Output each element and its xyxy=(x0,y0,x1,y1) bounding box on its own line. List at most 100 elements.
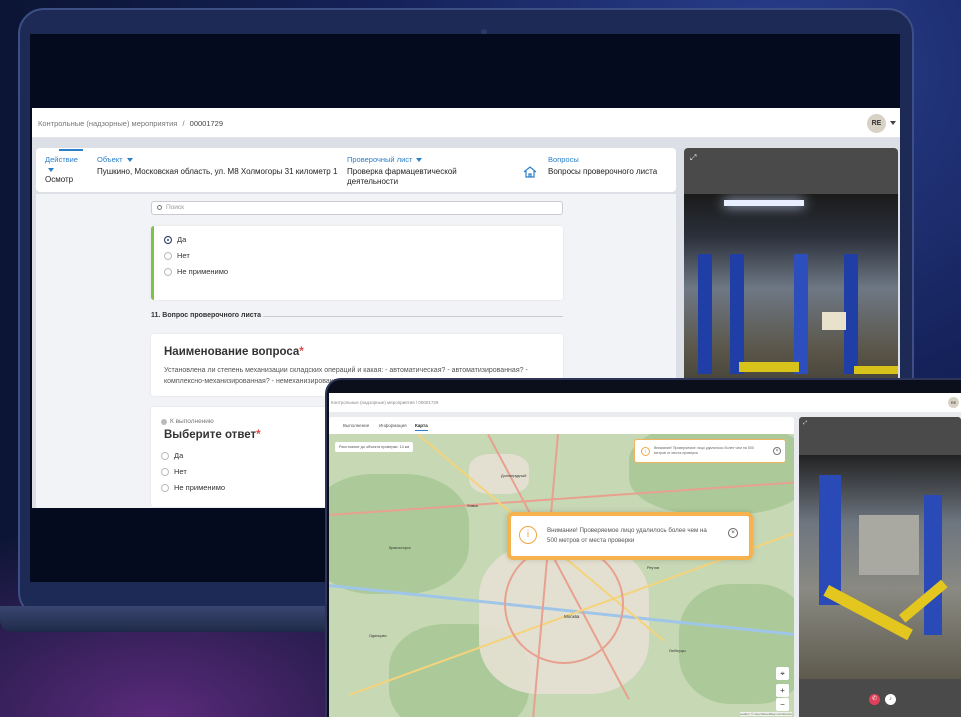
answer-heading-text: Выберите ответ xyxy=(164,429,257,441)
object-value: Пушкино, Московская область, ул. М8 Холм… xyxy=(97,167,338,176)
avatar[interactable]: RE xyxy=(948,397,959,408)
search-field[interactable]: Поиск xyxy=(151,201,563,215)
chevron-down-icon[interactable] xyxy=(890,121,896,125)
phone-icon[interactable]: ✆ xyxy=(869,694,880,705)
radio[interactable] xyxy=(161,467,169,476)
close-icon[interactable]: × xyxy=(773,447,781,455)
object-label: Объект xyxy=(97,155,123,164)
option-label: Да xyxy=(174,451,184,460)
option-label: Не применимо xyxy=(174,483,226,492)
breadcrumb: Контрольные (надзорные) мероприятия / 00… xyxy=(38,119,223,128)
machine xyxy=(859,515,919,575)
breadcrumb-current: 00001729 xyxy=(189,119,224,128)
toast-text: Внимание! Проверяемое лицо удалилось бол… xyxy=(654,446,754,456)
sign xyxy=(822,312,846,330)
ceiling-light xyxy=(724,200,804,206)
active-indicator xyxy=(59,149,83,151)
rack-post xyxy=(844,254,858,374)
radio-option-na[interactable]: Не применимо xyxy=(161,483,225,492)
question-heading-text: Наименование вопроса xyxy=(164,346,300,358)
tablet-video-panel: ⤢ ✆ ♪ xyxy=(799,417,961,717)
answer-heading: Выберите ответ* xyxy=(164,429,261,441)
search-input[interactable]: Поиск xyxy=(166,204,184,211)
close-icon[interactable]: × xyxy=(728,528,738,538)
rack-post xyxy=(698,254,712,374)
search-icon xyxy=(157,205,162,210)
object-field[interactable]: Объект Пушкино, Московская область, ул. … xyxy=(97,155,347,177)
radio[interactable] xyxy=(164,251,172,260)
avatar[interactable]: RE xyxy=(867,114,886,133)
warning-toast-small: i Внимание! Проверяемое лицо удалилось б… xyxy=(634,439,786,463)
warning-toast: i Внимание! Проверяемое лицо удалилось б… xyxy=(507,512,753,560)
breadcrumb[interactable]: Контрольные (надзорные) мероприятия / 00… xyxy=(331,400,438,405)
map-label: Долгопрудный xyxy=(501,474,527,478)
action-value: Осмотр xyxy=(45,175,74,184)
expand-icon[interactable]: ⤢ xyxy=(803,420,807,426)
radio-option-yes[interactable]: Да xyxy=(164,235,186,244)
tab-bar: Выполнение Информация Карта xyxy=(329,417,794,434)
question-heading: Наименование вопроса* xyxy=(164,346,304,358)
inspection-info-bar: Действие Осмотр Объект Пушкино, Московск… xyxy=(36,148,676,192)
zoom-in-button[interactable]: + xyxy=(776,684,789,697)
map-label: Люберцы xyxy=(669,649,686,653)
radio-selected[interactable] xyxy=(164,235,172,244)
option-label: Нет xyxy=(177,251,190,260)
radio[interactable] xyxy=(164,267,172,276)
status-text: К выполнению xyxy=(170,418,214,425)
map-attribution[interactable]: Leaflet | © OpenStreetMap contributors xyxy=(739,712,792,716)
questions-field[interactable]: Вопросы Вопросы проверочного листа xyxy=(548,155,658,177)
radio-option-yes[interactable]: Да xyxy=(161,451,183,460)
action-field[interactable]: Действие Осмотр xyxy=(45,149,83,185)
option-label: Нет xyxy=(174,467,187,476)
rack-post xyxy=(924,495,942,635)
zoom-out-button[interactable]: − xyxy=(776,698,789,711)
ring-road xyxy=(504,544,624,664)
radio[interactable] xyxy=(161,451,169,460)
chevron-down-icon[interactable] xyxy=(126,158,133,163)
tab-map[interactable]: Карта xyxy=(415,423,428,431)
top-bar: Контрольные (надзорные) мероприятия / 00… xyxy=(32,108,900,138)
checklist-label: Проверочный лист xyxy=(347,155,413,164)
locate-icon[interactable]: ⌖ xyxy=(776,667,789,680)
questions-label: Вопросы xyxy=(548,155,579,164)
home-icon[interactable] xyxy=(523,166,537,180)
expand-icon[interactable]: ⤢ xyxy=(690,153,696,163)
section-title: 11. Вопрос проверочного листа xyxy=(151,312,261,319)
tab-execution[interactable]: Выполнение xyxy=(343,423,369,428)
chevron-down-icon[interactable] xyxy=(416,158,423,163)
toast-text: Внимание! Проверяемое лицо удалилось бол… xyxy=(547,527,707,545)
tab-info[interactable]: Информация xyxy=(379,423,407,428)
breadcrumb-root[interactable]: Контрольные (надзорные) мероприятия xyxy=(38,119,177,128)
rack-post xyxy=(730,254,744,374)
warehouse-video xyxy=(684,194,898,404)
option-label: Да xyxy=(177,235,187,244)
map-label-city: Москва xyxy=(564,614,580,619)
required-mark: * xyxy=(256,429,261,441)
map-label: Красногорск xyxy=(389,546,411,550)
action-label: Действие xyxy=(45,155,78,164)
distance-badge: Расстояние до объекта проверки: 14 км xyxy=(335,442,414,452)
questions-value: Вопросы проверочного листа xyxy=(548,167,658,176)
radio-option-no[interactable]: Нет xyxy=(161,467,187,476)
radio-option-no[interactable]: Нет xyxy=(164,251,190,260)
tablet-main-panel: Выполнение Информация Карта Долгопрудный… xyxy=(329,417,794,717)
previous-answer-card: Да Нет Не применимо xyxy=(151,226,563,300)
forest-area xyxy=(329,474,469,594)
radio-option-na[interactable]: Не применимо xyxy=(164,267,228,276)
chevron-down-icon[interactable] xyxy=(48,167,54,172)
map[interactable]: Долгопрудный Химки Красногорск Балашиха … xyxy=(329,434,794,717)
map-label: Одинцово xyxy=(369,634,387,638)
status-dot-icon xyxy=(161,418,167,425)
mic-icon[interactable]: ♪ xyxy=(885,694,896,705)
tablet-top-bar: Контрольные (надзорные) мероприятия / 00… xyxy=(329,393,961,412)
radio[interactable] xyxy=(161,483,169,492)
yellow-conveyor xyxy=(739,362,799,372)
divider xyxy=(263,316,563,317)
checklist-field[interactable]: Проверочный лист Проверка фармацевтическ… xyxy=(347,155,497,187)
status-badge: К выполнению xyxy=(161,418,214,425)
yellow-conveyor xyxy=(823,585,913,641)
rack-post xyxy=(794,254,808,374)
tablet-screen: Контрольные (надзорные) мероприятия / 00… xyxy=(329,393,961,717)
info-icon: i xyxy=(519,526,537,544)
checklist-value: Проверка фармацевтической деятельности xyxy=(347,167,457,186)
